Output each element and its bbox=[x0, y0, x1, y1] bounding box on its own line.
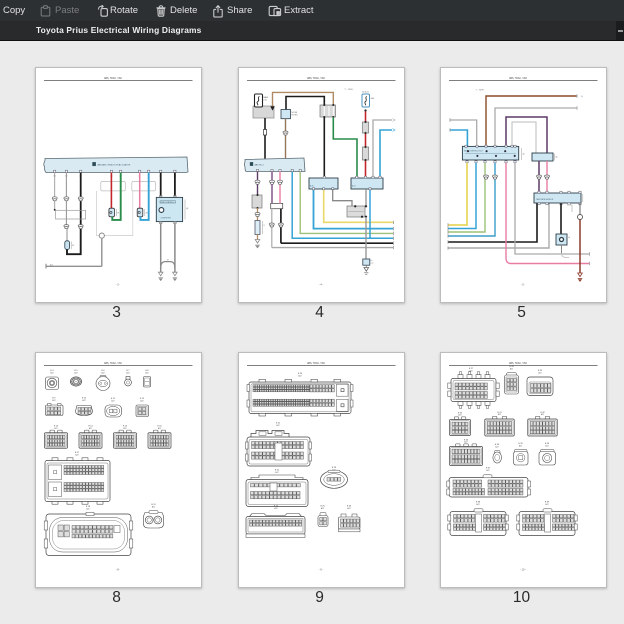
svg-text:A22: A22 bbox=[538, 372, 541, 375]
svg-text:* 1 : NIHV: * 1 : NIHV bbox=[475, 90, 485, 92]
svg-text:10A: 10A bbox=[371, 97, 375, 100]
svg-text:A22: A22 bbox=[298, 375, 301, 378]
svg-text:YAW RATE SENSOR: YAW RATE SENSOR bbox=[536, 198, 554, 201]
svg-text:A22: A22 bbox=[495, 446, 498, 449]
svg-text:A22: A22 bbox=[145, 372, 148, 375]
svg-text:A 21: A 21 bbox=[352, 185, 356, 188]
svg-text:A22: A22 bbox=[347, 507, 350, 510]
svg-text:* 1 : NIHV: * 1 : NIHV bbox=[344, 89, 354, 91]
svg-text:A22: A22 bbox=[276, 424, 279, 427]
svg-text:A22: A22 bbox=[321, 507, 324, 510]
svg-text:A22: A22 bbox=[140, 400, 143, 403]
svg-text:- 10 -: - 10 - bbox=[520, 568, 526, 572]
svg-text:M: M bbox=[72, 245, 74, 247]
svg-text:A22: A22 bbox=[74, 372, 77, 375]
svg-text:SKID CONTROL: SKID CONTROL bbox=[161, 202, 174, 204]
svg-text:A22: A22 bbox=[89, 427, 92, 430]
svg-text:- 3 -: - 3 - bbox=[116, 283, 121, 287]
svg-text:- 8 -: - 8 - bbox=[116, 568, 121, 572]
svg-text:- 5 -: - 5 - bbox=[521, 283, 526, 287]
svg-text:A22: A22 bbox=[458, 414, 461, 417]
svg-text:(A): (A) bbox=[186, 207, 189, 210]
svg-text:A22: A22 bbox=[101, 372, 104, 375]
svg-text:ABS NO.2: ABS NO.2 bbox=[255, 163, 265, 166]
svg-text:A22: A22 bbox=[123, 427, 126, 430]
svg-text:A22: A22 bbox=[541, 413, 544, 416]
svg-text:A22: A22 bbox=[52, 399, 55, 402]
svg-text:ABS, TRAC, VSC: ABS, TRAC, VSC bbox=[509, 362, 527, 365]
svg-text:A22: A22 bbox=[82, 399, 85, 402]
svg-text:A22: A22 bbox=[486, 469, 489, 472]
svg-text:ABS, TRAC, VSC: ABS, TRAC, VSC bbox=[104, 77, 122, 80]
svg-text:ABS AND TRACTION ACTUATOR: ABS AND TRACTION ACTUATOR bbox=[98, 164, 131, 167]
svg-text:A22: A22 bbox=[50, 372, 53, 375]
svg-text:(A): (A) bbox=[556, 156, 559, 159]
svg-text:(B): (B) bbox=[523, 154, 526, 156]
svg-text:COMPUTER: COMPUTER bbox=[161, 218, 172, 220]
svg-text:A22: A22 bbox=[152, 506, 155, 509]
svg-text:ABS, TRAC, VSC: ABS, TRAC, VSC bbox=[307, 362, 325, 365]
svg-text:A22: A22 bbox=[54, 427, 57, 430]
svg-text:M: M bbox=[118, 213, 120, 215]
svg-text:M: M bbox=[146, 213, 148, 215]
svg-text:A22: A22 bbox=[158, 427, 161, 430]
svg-text:A22: A22 bbox=[545, 445, 548, 448]
svg-text:A22: A22 bbox=[519, 445, 522, 448]
svg-text:A22: A22 bbox=[86, 508, 89, 511]
svg-text:- 4 -: - 4 - bbox=[319, 283, 324, 287]
svg-text:A22: A22 bbox=[274, 507, 277, 510]
svg-text:R: R bbox=[264, 225, 266, 227]
svg-text:A22: A22 bbox=[126, 372, 129, 375]
svg-text:A22: A22 bbox=[498, 413, 501, 416]
svg-text:A22: A22 bbox=[111, 400, 114, 403]
svg-text:2.0L: 2.0L bbox=[264, 99, 268, 101]
svg-text:SKID CONTROL ECU: SKID CONTROL ECU bbox=[464, 151, 483, 153]
svg-text:FILTER: FILTER bbox=[292, 114, 299, 116]
svg-text:ABS, TRAC, VSC: ABS, TRAC, VSC bbox=[307, 77, 325, 80]
svg-text:A22: A22 bbox=[75, 454, 78, 457]
svg-text:A22: A22 bbox=[464, 441, 467, 444]
svg-text:A: A bbox=[569, 236, 571, 239]
svg-text:A22: A22 bbox=[510, 368, 513, 371]
svg-text:A22: A22 bbox=[275, 471, 278, 474]
svg-text:A22: A22 bbox=[545, 503, 548, 506]
svg-text:- 9 -: - 9 - bbox=[319, 568, 324, 572]
svg-text:A 20: A 20 bbox=[310, 185, 314, 188]
svg-text:IG: IG bbox=[581, 96, 583, 98]
svg-text:A22: A22 bbox=[476, 503, 479, 506]
svg-text:ECU-IG: ECU-IG bbox=[362, 92, 369, 94]
svg-text:ABS, TRAC, VSC: ABS, TRAC, VSC bbox=[104, 362, 122, 365]
svg-text:ABS, TRAC, VSC: ABS, TRAC, VSC bbox=[509, 77, 527, 80]
